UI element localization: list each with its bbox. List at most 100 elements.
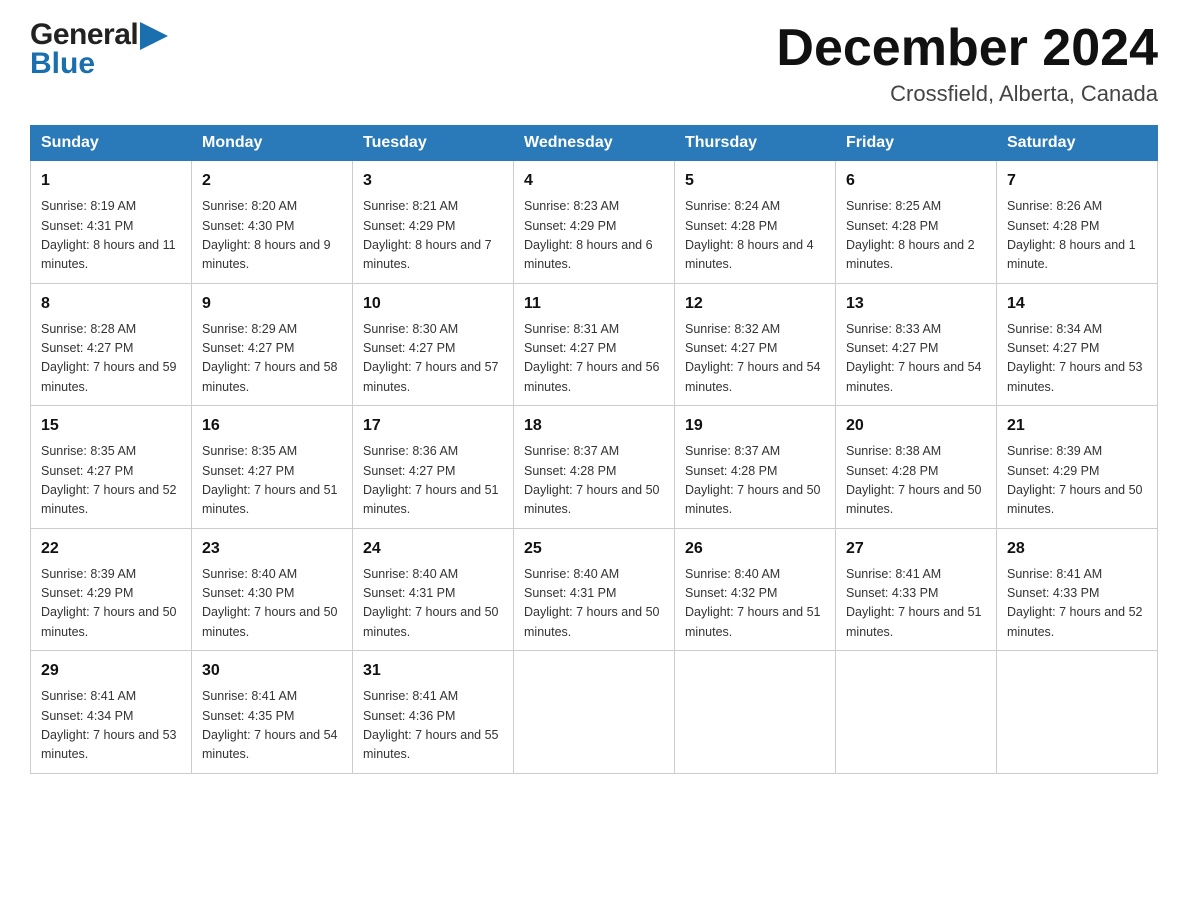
day-info: Sunrise: 8:26 AMSunset: 4:28 PMDaylight:… bbox=[1007, 197, 1147, 275]
day-info: Sunrise: 8:37 AMSunset: 4:28 PMDaylight:… bbox=[685, 442, 825, 520]
day-info: Sunrise: 8:37 AMSunset: 4:28 PMDaylight:… bbox=[524, 442, 664, 520]
day-number: 26 bbox=[685, 537, 825, 561]
day-info: Sunrise: 8:40 AMSunset: 4:31 PMDaylight:… bbox=[363, 565, 503, 643]
col-sunday: Sunday bbox=[31, 126, 192, 161]
day-info: Sunrise: 8:29 AMSunset: 4:27 PMDaylight:… bbox=[202, 320, 342, 398]
day-info: Sunrise: 8:21 AMSunset: 4:29 PMDaylight:… bbox=[363, 197, 503, 275]
table-row: 12 Sunrise: 8:32 AMSunset: 4:27 PMDaylig… bbox=[675, 283, 836, 406]
day-number: 31 bbox=[363, 659, 503, 683]
day-number: 22 bbox=[41, 537, 181, 561]
day-info: Sunrise: 8:40 AMSunset: 4:31 PMDaylight:… bbox=[524, 565, 664, 643]
day-info: Sunrise: 8:40 AMSunset: 4:30 PMDaylight:… bbox=[202, 565, 342, 643]
logo-general: General bbox=[30, 20, 138, 50]
table-row: 22 Sunrise: 8:39 AMSunset: 4:29 PMDaylig… bbox=[31, 528, 192, 651]
table-row: 9 Sunrise: 8:29 AMSunset: 4:27 PMDayligh… bbox=[192, 283, 353, 406]
day-info: Sunrise: 8:41 AMSunset: 4:34 PMDaylight:… bbox=[41, 687, 181, 765]
day-info: Sunrise: 8:33 AMSunset: 4:27 PMDaylight:… bbox=[846, 320, 986, 398]
calendar-header-row: Sunday Monday Tuesday Wednesday Thursday… bbox=[31, 126, 1158, 161]
calendar-week-row: 15 Sunrise: 8:35 AMSunset: 4:27 PMDaylig… bbox=[31, 406, 1158, 529]
day-info: Sunrise: 8:41 AMSunset: 4:33 PMDaylight:… bbox=[1007, 565, 1147, 643]
table-row: 5 Sunrise: 8:24 AMSunset: 4:28 PMDayligh… bbox=[675, 161, 836, 284]
day-info: Sunrise: 8:35 AMSunset: 4:27 PMDaylight:… bbox=[41, 442, 181, 520]
day-info: Sunrise: 8:25 AMSunset: 4:28 PMDaylight:… bbox=[846, 197, 986, 275]
table-row: 16 Sunrise: 8:35 AMSunset: 4:27 PMDaylig… bbox=[192, 406, 353, 529]
calendar-week-row: 29 Sunrise: 8:41 AMSunset: 4:34 PMDaylig… bbox=[31, 651, 1158, 774]
day-info: Sunrise: 8:41 AMSunset: 4:36 PMDaylight:… bbox=[363, 687, 503, 765]
table-row: 1 Sunrise: 8:19 AMSunset: 4:31 PMDayligh… bbox=[31, 161, 192, 284]
col-monday: Monday bbox=[192, 126, 353, 161]
table-row bbox=[997, 651, 1158, 774]
table-row: 10 Sunrise: 8:30 AMSunset: 4:27 PMDaylig… bbox=[353, 283, 514, 406]
day-info: Sunrise: 8:40 AMSunset: 4:32 PMDaylight:… bbox=[685, 565, 825, 643]
day-number: 18 bbox=[524, 414, 664, 438]
table-row: 13 Sunrise: 8:33 AMSunset: 4:27 PMDaylig… bbox=[836, 283, 997, 406]
day-info: Sunrise: 8:19 AMSunset: 4:31 PMDaylight:… bbox=[41, 197, 181, 275]
table-row: 3 Sunrise: 8:21 AMSunset: 4:29 PMDayligh… bbox=[353, 161, 514, 284]
table-row bbox=[514, 651, 675, 774]
table-row: 30 Sunrise: 8:41 AMSunset: 4:35 PMDaylig… bbox=[192, 651, 353, 774]
day-number: 5 bbox=[685, 169, 825, 193]
table-row: 8 Sunrise: 8:28 AMSunset: 4:27 PMDayligh… bbox=[31, 283, 192, 406]
col-wednesday: Wednesday bbox=[514, 126, 675, 161]
day-number: 19 bbox=[685, 414, 825, 438]
day-info: Sunrise: 8:39 AMSunset: 4:29 PMDaylight:… bbox=[1007, 442, 1147, 520]
table-row: 27 Sunrise: 8:41 AMSunset: 4:33 PMDaylig… bbox=[836, 528, 997, 651]
day-number: 28 bbox=[1007, 537, 1147, 561]
day-number: 14 bbox=[1007, 292, 1147, 316]
table-row: 21 Sunrise: 8:39 AMSunset: 4:29 PMDaylig… bbox=[997, 406, 1158, 529]
day-number: 30 bbox=[202, 659, 342, 683]
table-row: 17 Sunrise: 8:36 AMSunset: 4:27 PMDaylig… bbox=[353, 406, 514, 529]
day-info: Sunrise: 8:28 AMSunset: 4:27 PMDaylight:… bbox=[41, 320, 181, 398]
day-number: 23 bbox=[202, 537, 342, 561]
day-number: 7 bbox=[1007, 169, 1147, 193]
table-row: 29 Sunrise: 8:41 AMSunset: 4:34 PMDaylig… bbox=[31, 651, 192, 774]
table-row: 25 Sunrise: 8:40 AMSunset: 4:31 PMDaylig… bbox=[514, 528, 675, 651]
calendar-week-row: 22 Sunrise: 8:39 AMSunset: 4:29 PMDaylig… bbox=[31, 528, 1158, 651]
title-block: December 2024 Crossfield, Alberta, Canad… bbox=[776, 20, 1158, 107]
table-row: 18 Sunrise: 8:37 AMSunset: 4:28 PMDaylig… bbox=[514, 406, 675, 529]
day-number: 17 bbox=[363, 414, 503, 438]
day-number: 9 bbox=[202, 292, 342, 316]
calendar-table: Sunday Monday Tuesday Wednesday Thursday… bbox=[30, 125, 1158, 774]
day-number: 29 bbox=[41, 659, 181, 683]
day-number: 16 bbox=[202, 414, 342, 438]
day-number: 21 bbox=[1007, 414, 1147, 438]
calendar-body: 1 Sunrise: 8:19 AMSunset: 4:31 PMDayligh… bbox=[31, 161, 1158, 774]
day-info: Sunrise: 8:20 AMSunset: 4:30 PMDaylight:… bbox=[202, 197, 342, 275]
logo-triangle-icon bbox=[140, 22, 168, 50]
day-number: 3 bbox=[363, 169, 503, 193]
page-header: General Blue December 2024 Crossfield, A… bbox=[30, 20, 1158, 107]
day-number: 20 bbox=[846, 414, 986, 438]
location-subtitle: Crossfield, Alberta, Canada bbox=[776, 81, 1158, 107]
day-number: 6 bbox=[846, 169, 986, 193]
table-row: 28 Sunrise: 8:41 AMSunset: 4:33 PMDaylig… bbox=[997, 528, 1158, 651]
table-row: 4 Sunrise: 8:23 AMSunset: 4:29 PMDayligh… bbox=[514, 161, 675, 284]
day-info: Sunrise: 8:36 AMSunset: 4:27 PMDaylight:… bbox=[363, 442, 503, 520]
calendar-week-row: 8 Sunrise: 8:28 AMSunset: 4:27 PMDayligh… bbox=[31, 283, 1158, 406]
table-row: 2 Sunrise: 8:20 AMSunset: 4:30 PMDayligh… bbox=[192, 161, 353, 284]
table-row bbox=[675, 651, 836, 774]
table-row: 19 Sunrise: 8:37 AMSunset: 4:28 PMDaylig… bbox=[675, 406, 836, 529]
day-info: Sunrise: 8:30 AMSunset: 4:27 PMDaylight:… bbox=[363, 320, 503, 398]
col-friday: Friday bbox=[836, 126, 997, 161]
table-row: 15 Sunrise: 8:35 AMSunset: 4:27 PMDaylig… bbox=[31, 406, 192, 529]
day-number: 2 bbox=[202, 169, 342, 193]
col-saturday: Saturday bbox=[997, 126, 1158, 161]
day-number: 27 bbox=[846, 537, 986, 561]
month-title: December 2024 bbox=[776, 20, 1158, 77]
day-info: Sunrise: 8:34 AMSunset: 4:27 PMDaylight:… bbox=[1007, 320, 1147, 398]
day-info: Sunrise: 8:38 AMSunset: 4:28 PMDaylight:… bbox=[846, 442, 986, 520]
table-row: 26 Sunrise: 8:40 AMSunset: 4:32 PMDaylig… bbox=[675, 528, 836, 651]
table-row: 20 Sunrise: 8:38 AMSunset: 4:28 PMDaylig… bbox=[836, 406, 997, 529]
day-number: 4 bbox=[524, 169, 664, 193]
day-info: Sunrise: 8:41 AMSunset: 4:35 PMDaylight:… bbox=[202, 687, 342, 765]
day-number: 11 bbox=[524, 292, 664, 316]
day-info: Sunrise: 8:39 AMSunset: 4:29 PMDaylight:… bbox=[41, 565, 181, 643]
table-row: 31 Sunrise: 8:41 AMSunset: 4:36 PMDaylig… bbox=[353, 651, 514, 774]
day-number: 8 bbox=[41, 292, 181, 316]
logo-blue-text: Blue bbox=[30, 47, 95, 80]
table-row bbox=[836, 651, 997, 774]
col-thursday: Thursday bbox=[675, 126, 836, 161]
day-number: 1 bbox=[41, 169, 181, 193]
table-row: 6 Sunrise: 8:25 AMSunset: 4:28 PMDayligh… bbox=[836, 161, 997, 284]
